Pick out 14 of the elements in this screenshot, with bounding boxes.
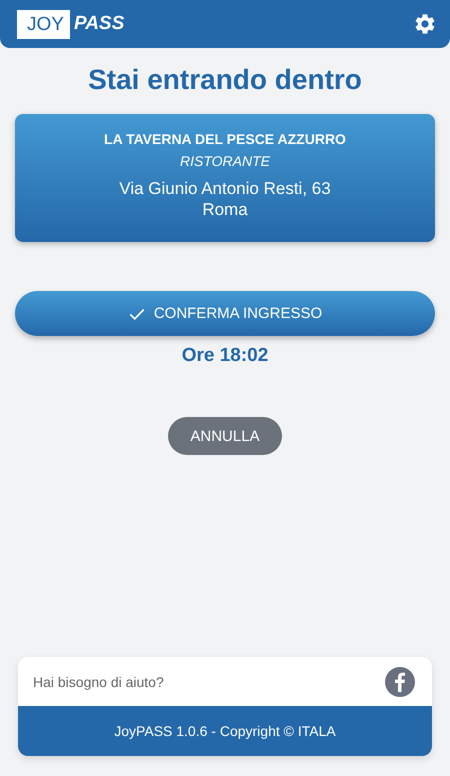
- help-text: Hai bisogno di aiuto?: [33, 674, 164, 690]
- entry-time: Ore 18:02: [180, 345, 270, 367]
- venue-name: LA TAVERNA DEL PESCE AZZURRO: [104, 131, 346, 147]
- venue-city: Roma: [202, 199, 248, 220]
- copyright-text: JoyPASS 1.0.6 - Copyright © ITALA: [18, 706, 432, 756]
- logo: JOY: [17, 10, 70, 38]
- cancel-button[interactable]: ANNULLA: [168, 417, 282, 455]
- facebook-icon[interactable]: [385, 666, 415, 696]
- venue-category: RISTORANTE: [180, 153, 270, 169]
- settings-icon[interactable]: [413, 12, 437, 36]
- venue-address: Via Giunio Antonio Resti, 63: [119, 178, 331, 199]
- page-title: Stai entrando dentro: [87, 64, 363, 96]
- logo: PASS: [72, 13, 124, 35]
- confirm-button[interactable]: CONFERMA INGRESSO: [15, 291, 435, 336]
